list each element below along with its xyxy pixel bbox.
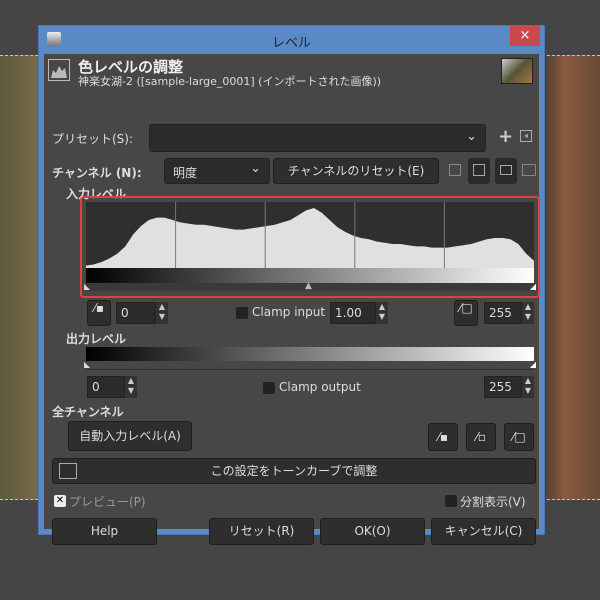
black-point-handle[interactable]: ◣: [84, 282, 90, 291]
curves-icon: [59, 463, 77, 479]
input-low-spinner[interactable]: ▲ ▼: [156, 302, 168, 324]
output-high-field[interactable]: 255: [484, 376, 522, 398]
close-button[interactable]: ×: [510, 26, 540, 46]
pick-gray-all-button[interactable]: ⁄▫: [466, 423, 496, 451]
preview-label: プレビュー(P): [69, 495, 146, 509]
edit-as-curves-button[interactable]: この設定をトーンカーブで調整: [52, 458, 536, 484]
output-gradient-bar: [86, 347, 534, 361]
gamma-spinner[interactable]: ▲ ▼: [376, 302, 388, 324]
channel-combo[interactable]: 明度 ⌄: [164, 158, 270, 184]
clamp-input-checkbox[interactable]: [236, 307, 248, 319]
preset-label: プリセット(S):: [52, 132, 134, 146]
output-levels-label: 出力レベル: [66, 332, 127, 346]
split-view-checkbox[interactable]: [445, 495, 457, 507]
cancel-button[interactable]: キャンセル(C): [431, 518, 536, 545]
title-bar[interactable]: レベル ×: [39, 26, 544, 54]
output-low-spinner[interactable]: ▲ ▼: [125, 376, 137, 398]
output-high-spinner[interactable]: ▲ ▼: [522, 376, 534, 398]
image-thumbnail: [501, 58, 533, 84]
reset-channel-button[interactable]: チャンネルのリセット(E): [273, 158, 439, 184]
preset-menu-icon[interactable]: ◂: [520, 130, 532, 142]
window-title: レベル: [271, 36, 311, 51]
output-high-handle[interactable]: ◢: [530, 360, 536, 369]
log-histogram-icon[interactable]: [468, 158, 490, 184]
preset-combo[interactable]: ⌄: [149, 124, 486, 152]
pick-black-point-button[interactable]: ⁄▪: [87, 300, 111, 326]
all-channels-label: 全チャンネル: [52, 405, 124, 419]
ok-button[interactable]: OK(O): [320, 518, 425, 545]
eyedropper-icon: ⁄▪: [93, 301, 105, 315]
output-low-field[interactable]: 0: [87, 376, 125, 398]
input-low-field[interactable]: 0: [116, 302, 156, 324]
linear-histogram-icon[interactable]: [449, 164, 461, 176]
edit-as-curves-label: この設定をトーンカーブで調整: [210, 464, 378, 478]
pick-white-all-button[interactable]: ⁄□: [504, 423, 534, 451]
levels-dialog: レベル × 色レベルの調整 神楽女湖-2 ([sample-large_0001…: [38, 25, 545, 545]
eyedropper-icon: ⁄□: [512, 430, 526, 444]
chevron-down-icon: ⌄: [466, 129, 477, 144]
input-slider-track[interactable]: ◣ ▲ ◢: [84, 281, 536, 291]
auto-input-levels-button[interactable]: 自動入力レベル(A): [68, 421, 192, 451]
chevron-down-icon: ⌄: [250, 161, 261, 176]
white-point-handle[interactable]: ◢: [530, 282, 536, 291]
histogram-view-icon[interactable]: [495, 158, 517, 184]
eyedropper-icon: ⁄▪: [437, 430, 449, 444]
pick-black-all-button[interactable]: ⁄▪: [428, 423, 458, 451]
gamma-handle[interactable]: ▲: [305, 281, 312, 291]
histogram-view-alt-icon[interactable]: [522, 164, 536, 176]
reset-button[interactable]: リセット(R): [209, 518, 314, 545]
channel-value: 明度: [173, 166, 198, 180]
dialog-body: 色レベルの調整 神楽女湖-2 ([sample-large_0001] (インポ…: [44, 54, 540, 545]
gamma-field[interactable]: 1.00: [330, 302, 376, 324]
eyedropper-icon: ⁄□: [459, 301, 473, 315]
pick-white-point-button[interactable]: ⁄□: [454, 300, 478, 326]
channel-label: チャンネル (N):: [52, 166, 142, 180]
clamp-output-label: Clamp output: [279, 380, 361, 394]
output-low-handle[interactable]: ◣: [84, 360, 90, 369]
input-high-spinner[interactable]: ▲ ▼: [522, 302, 534, 324]
help-button[interactable]: Help: [52, 518, 157, 545]
clamp-output-checkbox[interactable]: [263, 382, 275, 394]
split-view-label: 分割表示(V): [460, 495, 526, 509]
levels-icon: [48, 59, 70, 81]
preview-checkbox[interactable]: ✕: [54, 495, 66, 507]
image-name: 神楽女湖-2 ([sample-large_0001] (インポートされた画像)…: [78, 75, 382, 88]
histogram: [86, 202, 534, 268]
clamp-input-label: Clamp input: [252, 305, 326, 319]
input-high-field[interactable]: 255: [484, 302, 522, 324]
eyedropper-icon: ⁄▫: [475, 430, 487, 444]
add-preset-icon[interactable]: +: [498, 126, 513, 147]
output-slider-track[interactable]: ◣ ◢: [84, 360, 536, 370]
